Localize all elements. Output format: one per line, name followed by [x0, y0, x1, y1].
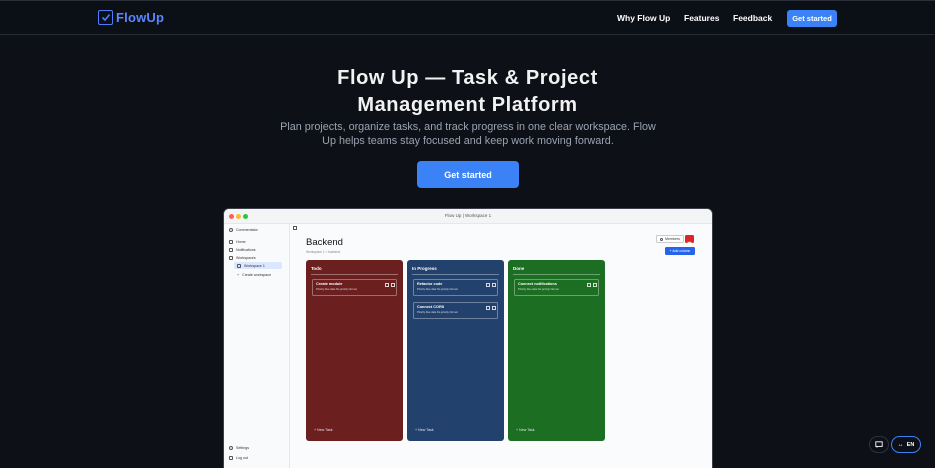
board-main: Backend Workspace 1 > backend Members + … [290, 224, 712, 468]
brand-name: FlowUp [116, 10, 165, 25]
sidebar-item-notifications[interactable]: Notifications [229, 248, 256, 252]
window-title: Flow Up | Workspace 1 [444, 213, 492, 218]
top-nav: FlowUp Why Flow Up Features Feedback Get… [0, 0, 935, 35]
hero-title: Flow Up — Task & Project Management Plat… [337, 67, 598, 116]
sidebar-user[interactable]: Commentator [229, 228, 258, 232]
sidebar-item-label: Workspace 1 [244, 263, 265, 268]
task-title: Connect CORS [417, 305, 445, 309]
hero-subtitle: Plan projects, organize tasks, and track… [280, 121, 656, 147]
task-meta: Priority Due date No priority Not set [417, 288, 458, 291]
language-label: EN [906, 441, 915, 448]
nav-get-started-button[interactable]: Get started [787, 10, 837, 27]
nav-link-why-flow-up[interactable]: Why Flow Up [617, 13, 670, 23]
bell-icon [229, 248, 233, 252]
divider [513, 274, 600, 275]
members-label: Members [665, 237, 680, 241]
sidebar-item-workspaces[interactable]: Workspaces [229, 256, 256, 260]
task-meta: Priority Due date No priority Not set [417, 311, 458, 314]
task-card[interactable]: Connect CORS Priority Due date No priori… [413, 302, 498, 319]
user-icon [229, 228, 233, 232]
sidebar-item-label: Log out [236, 456, 248, 460]
nav-link-feedback[interactable]: Feedback [733, 13, 772, 23]
column-title: Todo [311, 266, 322, 271]
column-title: Done [513, 266, 525, 271]
gear-icon [229, 446, 233, 450]
sidebar-item-settings[interactable]: Settings [229, 446, 249, 450]
home-icon [229, 240, 233, 244]
trash-icon[interactable] [385, 283, 389, 287]
edit-icon[interactable] [391, 283, 395, 287]
grid-icon [229, 256, 233, 260]
new-task-button[interactable]: + New Task [516, 428, 535, 432]
app-sidebar: Commentator Home Notifications Workspace… [224, 224, 290, 468]
chat-icon [875, 441, 883, 448]
edit-icon[interactable] [492, 306, 496, 310]
sidebar-user-name: Commentator [236, 228, 258, 232]
task-card[interactable]: Connect notifications Priority Due date … [514, 279, 599, 296]
window-titlebar: Flow Up | Workspace 1 [224, 209, 712, 224]
hero-get-started-button[interactable]: Get started [417, 161, 519, 188]
members-button[interactable]: Members [656, 235, 684, 243]
logout-icon [229, 456, 233, 460]
task-title: Create module [316, 282, 343, 286]
language-switcher-button[interactable]: ↔ EN [891, 436, 921, 453]
task-meta: Priority Due date No priority Not set [518, 288, 559, 291]
delete-board-button[interactable] [685, 235, 694, 247]
new-task-button[interactable]: + New Task [415, 428, 434, 432]
task-card[interactable]: Refactor code Priority Due date No prior… [413, 279, 498, 296]
board-title: Backend [306, 237, 343, 248]
brand-logo[interactable]: FlowUp [98, 10, 164, 25]
sidebar-item-label: Settings [236, 446, 249, 450]
trash-icon[interactable] [486, 283, 490, 287]
edit-icon[interactable] [593, 283, 597, 287]
checkbox-logo-icon [98, 10, 113, 25]
sidebar-item-home[interactable]: Home [229, 240, 246, 244]
nav-link-features[interactable]: Features [684, 13, 719, 23]
column-title: In Progress [412, 266, 437, 271]
sidebar-item-create-workspace[interactable]: + Create workspace [237, 273, 271, 277]
chat-button[interactable] [869, 436, 889, 453]
task-meta: Priority Due date No priority Not set [316, 288, 357, 291]
new-task-button[interactable]: + New Task [314, 428, 333, 432]
sidebar-item-label: Create workspace [242, 273, 272, 277]
app-preview-window: Flow Up | Workspace 1 Commentator Home N… [223, 208, 713, 468]
trash-icon[interactable] [486, 306, 490, 310]
edit-icon[interactable] [492, 283, 496, 287]
add-column-button[interactable]: + Add column [665, 247, 695, 255]
task-card[interactable]: Create module Priority Due date No prior… [312, 279, 397, 296]
plus-icon: + [237, 273, 240, 277]
users-icon [660, 237, 663, 241]
sidebar-item-label: Home [236, 240, 246, 244]
sidebar-item-label: Notifications [236, 248, 256, 252]
board-column-done: Done Connect notifications Priority Due … [508, 260, 605, 441]
task-title: Refactor code [417, 282, 443, 286]
task-title: Connect notifications [518, 282, 557, 286]
divider [311, 274, 398, 275]
board-column-todo: Todo Create module Priority Due date No … [306, 260, 403, 441]
sidebar-item-workspace-1[interactable]: Workspace 1 [237, 263, 265, 268]
trash-icon[interactable] [587, 283, 591, 287]
board-column-in-progress: In Progress Refactor code Priority Due d… [407, 260, 504, 441]
translate-icon: ↔ [897, 441, 904, 448]
breadcrumb: Workspace 1 > backend [306, 250, 341, 254]
sidebar-toggle-icon[interactable] [293, 226, 297, 230]
divider [412, 274, 499, 275]
folder-icon [237, 263, 241, 268]
sidebar-item-label: Workspaces [236, 256, 256, 260]
sidebar-item-logout[interactable]: Log out [229, 456, 248, 460]
